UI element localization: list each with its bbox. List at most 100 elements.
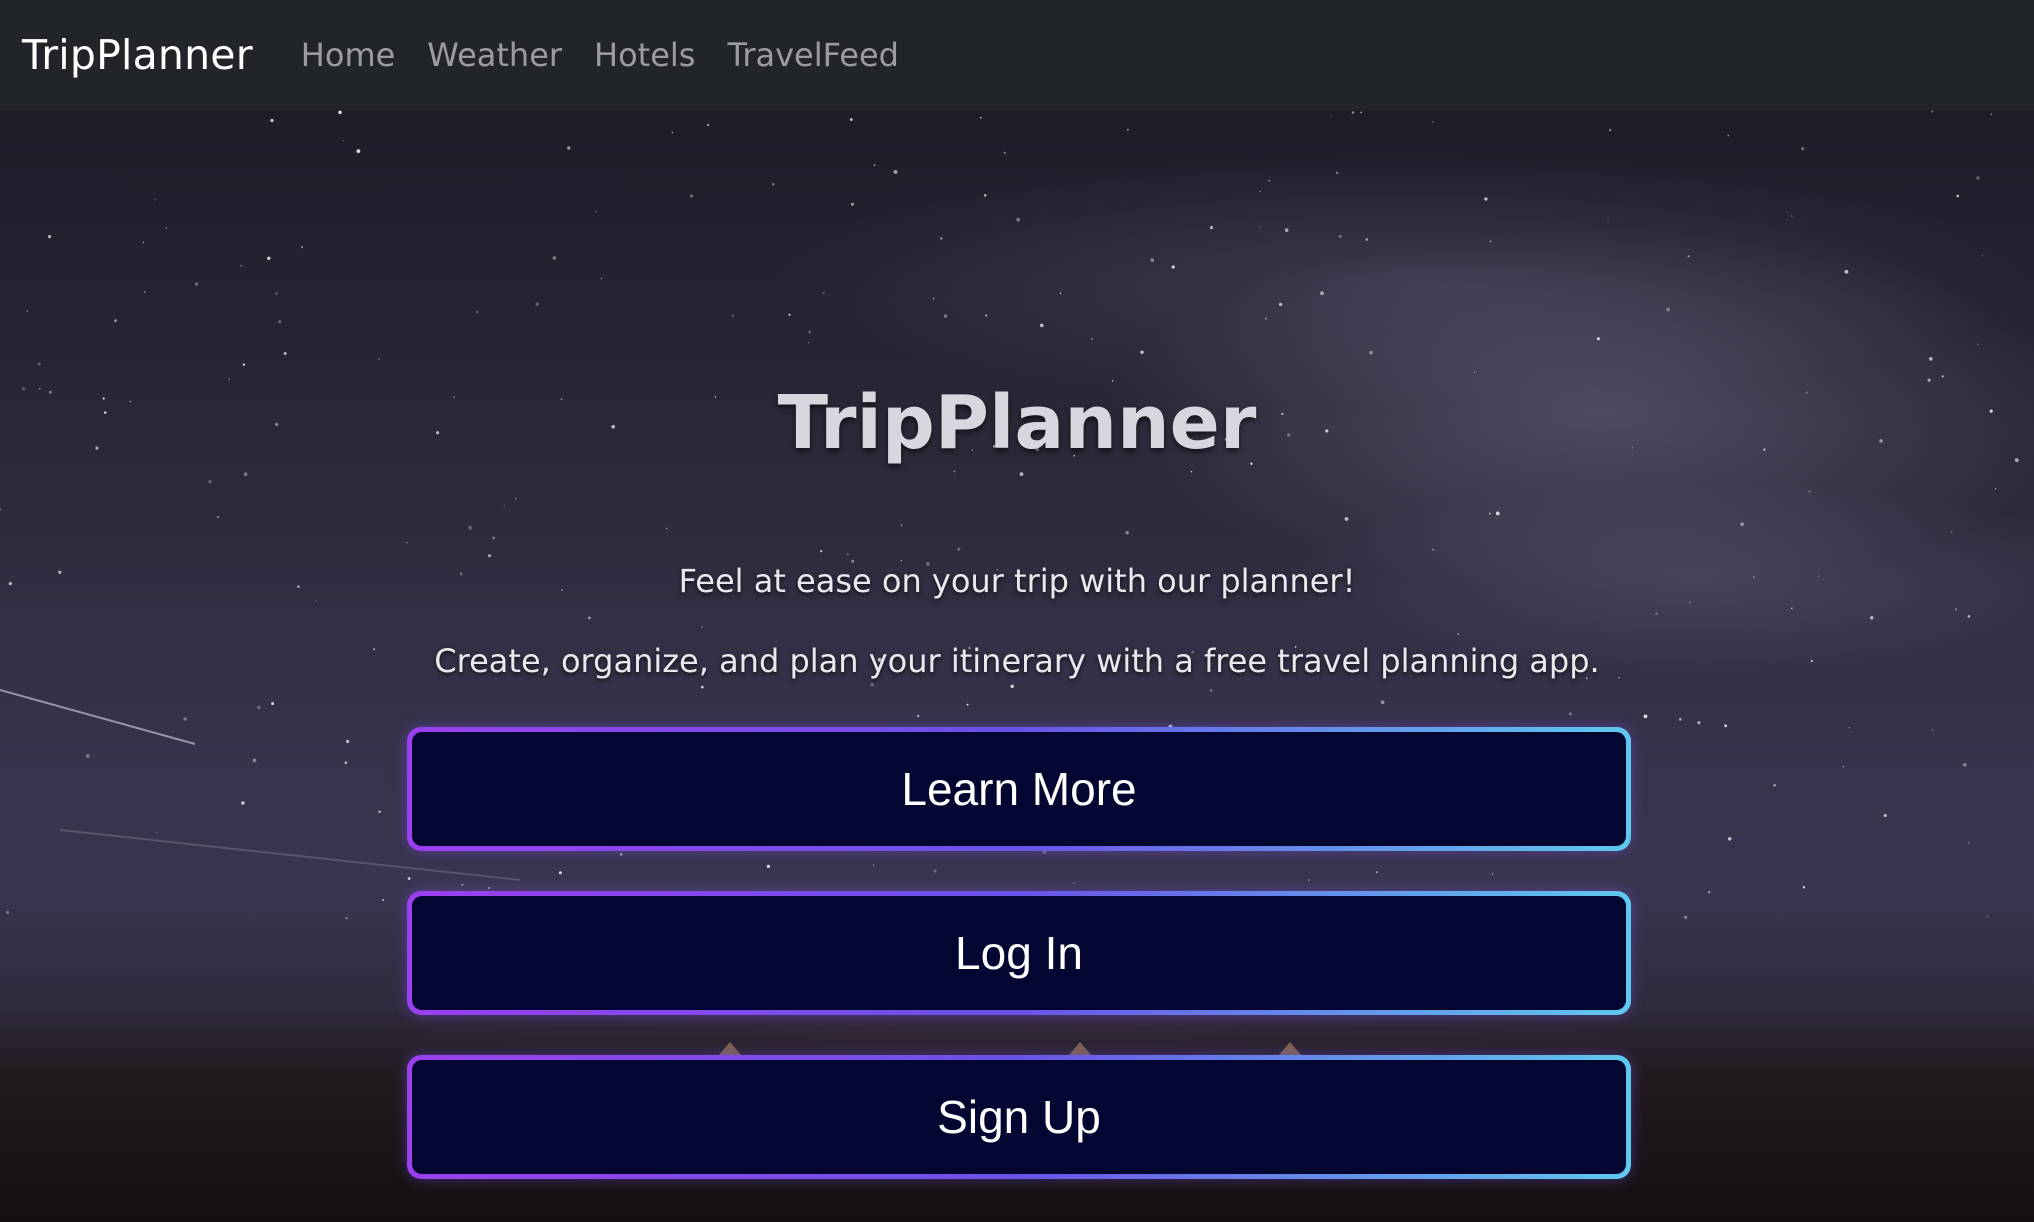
star [1375,871,1378,873]
star [1360,111,1362,114]
star [846,553,849,556]
hero-tagline-1: Feel at ease on your trip with our plann… [678,562,1356,600]
star [1351,111,1355,114]
star [1259,226,1261,228]
star [492,536,495,540]
star [979,116,982,119]
star [1495,511,1500,516]
star [1689,601,1691,604]
star [1090,337,1093,340]
star [1489,240,1492,243]
star [378,358,380,360]
star [1432,548,1434,551]
star [567,146,571,150]
navbar-brand[interactable]: TripPlanner [22,31,253,79]
star [1986,915,1989,918]
star [943,314,948,318]
star [893,169,898,174]
star [382,899,385,901]
star [671,131,674,134]
star [1073,882,1075,885]
star [1954,608,1958,611]
star [1259,190,1262,193]
star [1190,470,1193,473]
star [1994,488,1997,490]
star [6,910,10,914]
star [820,549,823,553]
star [283,352,287,355]
star [1848,726,1851,729]
star [771,182,775,186]
star [301,246,303,249]
star [1976,176,1980,180]
nav-link-travelfeed[interactable]: TravelFeed [727,36,898,74]
star [476,310,479,314]
star [1808,490,1811,493]
star [1019,472,1024,476]
star [700,685,704,689]
learn-more-button[interactable]: Learn More [407,727,1631,851]
star [503,505,505,507]
star [1790,215,1793,217]
star [26,310,29,312]
star [953,470,956,473]
star [1209,226,1214,230]
star [1687,255,1690,258]
star [1457,633,1460,636]
star [1962,763,1967,767]
star [85,753,90,758]
star [1278,302,1283,307]
star [278,320,282,324]
star [933,869,937,873]
learn-more-label: Learn More [412,732,1626,846]
star [257,705,261,710]
star [345,739,350,744]
hero-title: TripPlanner [777,380,1257,466]
star [1981,254,1984,257]
nav-link-weather[interactable]: Weather [427,36,562,74]
star [666,527,668,530]
star [1264,317,1268,320]
star [1801,147,1805,151]
star [252,758,257,763]
star [1140,350,1144,354]
nav-link-hotels[interactable]: Hotels [594,36,695,74]
sign-up-button[interactable]: Sign Up [407,1055,1631,1179]
star [37,362,41,366]
star [405,541,409,544]
star [1977,343,1979,345]
star [461,883,464,886]
star [1365,238,1369,241]
star [487,554,492,558]
log-in-button[interactable]: Log In [407,891,1631,1015]
star [1683,915,1688,919]
star [1931,110,1934,113]
nav-link-home[interactable]: Home [301,36,396,74]
star [600,277,602,280]
star [1844,269,1849,274]
star [270,118,274,123]
star [1950,531,1953,533]
star [1968,841,1971,844]
star [917,714,920,717]
star [142,241,145,244]
star [1928,357,1933,361]
star [271,702,275,706]
star [558,871,562,875]
star [407,877,411,880]
star [1484,197,1488,201]
star [154,198,156,201]
star [208,480,212,484]
star [1697,721,1701,725]
star [552,256,557,260]
star [707,124,710,126]
star [514,498,517,500]
star [338,110,342,115]
star [850,202,854,206]
star [1380,700,1385,705]
star [1335,171,1339,175]
star [0,508,2,511]
star [1568,712,1572,716]
star [957,547,961,551]
star [342,139,344,142]
